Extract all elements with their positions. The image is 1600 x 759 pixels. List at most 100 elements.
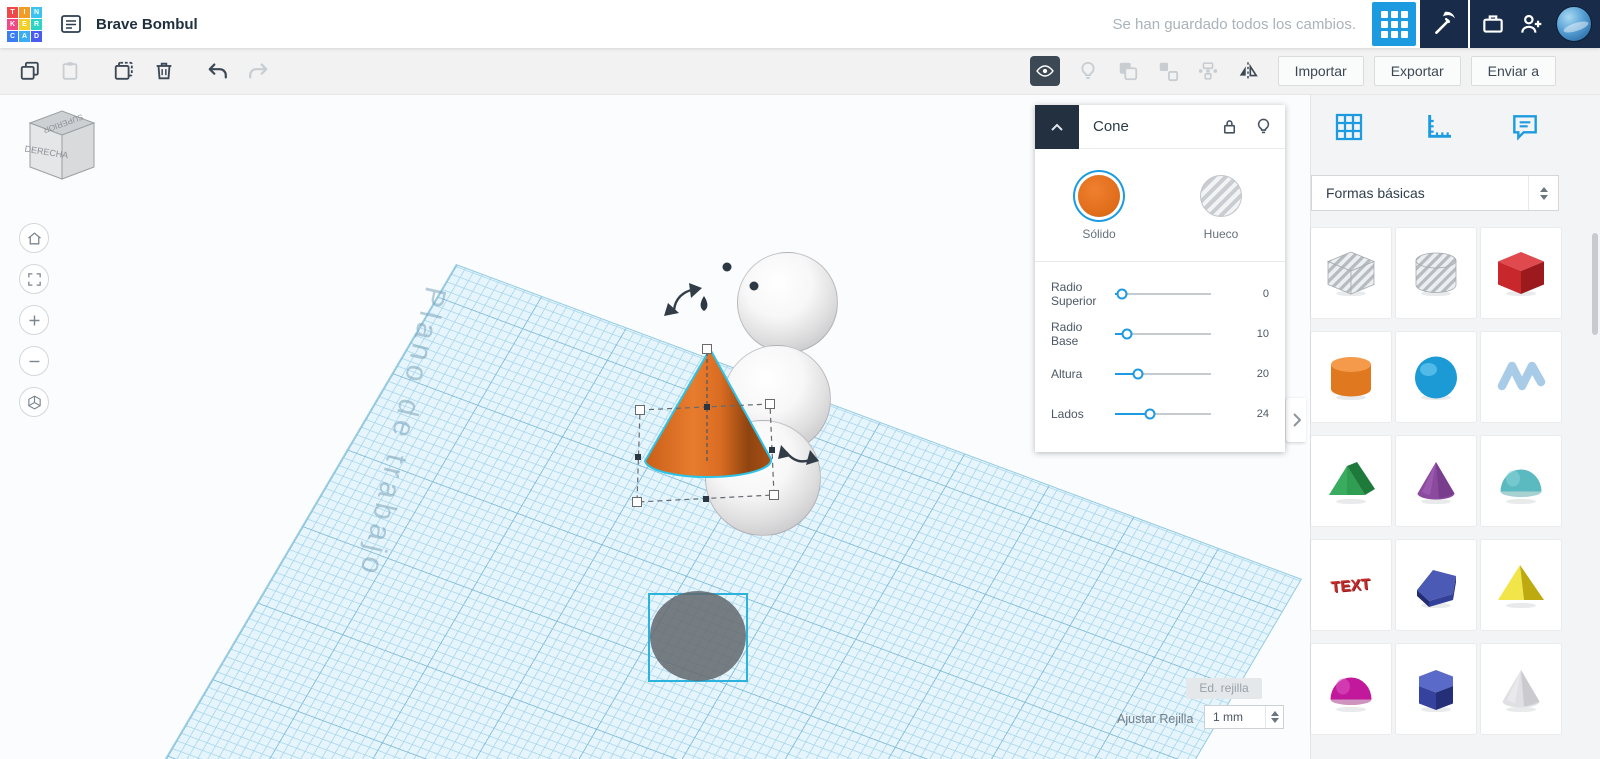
shape-tile-scribble[interactable] (1481, 332, 1561, 422)
slider-value[interactable]: 20 (1257, 368, 1269, 380)
account-area (1470, 0, 1600, 48)
slider-label: Lados (1051, 406, 1084, 421)
inspector-title: Cone (1093, 118, 1129, 135)
object-shadow (650, 591, 746, 681)
slider-track[interactable] (1115, 368, 1211, 380)
redo-icon[interactable] (238, 51, 278, 91)
zoom-in-button[interactable] (19, 305, 49, 335)
shape-tile-roof[interactable] (1311, 436, 1391, 526)
divider (1035, 261, 1285, 262)
shape-tile-paraboloid[interactable] (1311, 644, 1391, 734)
shape-tile-cylinder-transparent[interactable] (1396, 228, 1476, 318)
import-button[interactable]: Importar (1277, 56, 1364, 86)
paste-icon[interactable] (50, 51, 90, 91)
hollow-swatch[interactable] (1200, 175, 1242, 217)
visibility-bulb-icon[interactable] (1251, 115, 1275, 139)
snap-grid-select[interactable]: 1 mm (1204, 705, 1284, 729)
shape-tile-cone-gray[interactable] (1481, 644, 1561, 734)
shape-tile-cylinder[interactable] (1311, 332, 1391, 422)
material-hollow-option[interactable]: Hueco (1185, 175, 1257, 241)
sphere-top[interactable] (737, 252, 838, 353)
slider-track[interactable] (1115, 408, 1211, 420)
mirror-icon[interactable] (1228, 51, 1268, 91)
apps-grid-icon (1380, 10, 1408, 38)
avatar[interactable] (1556, 6, 1592, 42)
menu-icon[interactable] (56, 9, 86, 39)
send-button[interactable]: Enviar a (1470, 56, 1556, 86)
shape-tile-sphere[interactable] (1396, 332, 1476, 422)
spinner-icon[interactable] (1265, 706, 1283, 728)
slider-label: Radio Superior (1051, 279, 1097, 308)
undo-icon[interactable] (198, 51, 238, 91)
material-options: Sólido Hueco (1035, 149, 1285, 257)
delete-icon[interactable] (144, 51, 184, 91)
copy-icon[interactable] (10, 51, 50, 91)
selected-cone[interactable] (588, 343, 828, 503)
shape-tile-polygon[interactable] (1396, 540, 1476, 630)
document-title[interactable]: Brave Bombul (96, 16, 198, 33)
duplicate-icon[interactable] (104, 51, 144, 91)
view-cube[interactable]: SUPERIOR DERECHA (20, 103, 100, 187)
zoom-out-button[interactable] (19, 346, 49, 376)
chevron-up-icon (1051, 123, 1063, 131)
shape-tile-box-transparent[interactable] (1311, 228, 1391, 318)
shape-tile-text[interactable]: TEXT TEXT (1311, 540, 1391, 630)
slider-handle[interactable] (1132, 368, 1144, 380)
shape-tile-box[interactable] (1481, 228, 1561, 318)
shapes-sidebar: Formas básicas TEXT TEXT (1310, 95, 1600, 759)
light-icon[interactable] (1068, 51, 1108, 91)
hollow-label: Hueco (1203, 227, 1239, 241)
shape-tile-dome[interactable] (1481, 436, 1561, 526)
workplane-tool-icon[interactable] (1331, 109, 1367, 145)
slider-radio-base: Radio Base 10 (1051, 314, 1269, 354)
slider-track[interactable] (1115, 328, 1211, 340)
shapes-grid: TEXT TEXT (1311, 228, 1561, 734)
ruler-tool-icon[interactable] (1421, 109, 1457, 145)
group-icon[interactable] (1108, 51, 1148, 91)
shape-tile-cone[interactable] (1396, 436, 1476, 526)
collapse-sidebar-button[interactable] (1286, 398, 1306, 442)
align-icon[interactable] (1188, 51, 1228, 91)
shape-inspector: Cone Sólido Hueco Radio Superior 0 Radio… (1035, 104, 1285, 452)
ungroup-icon[interactable] (1148, 51, 1188, 91)
material-solid-option[interactable]: Sólido (1063, 175, 1135, 241)
workshop-button[interactable] (1420, 0, 1468, 48)
lock-icon[interactable] (1217, 115, 1241, 139)
shape-tile-pyramid[interactable] (1481, 540, 1561, 630)
slider-value[interactable]: 10 (1257, 328, 1269, 340)
sidebar-scrollbar[interactable] (1592, 233, 1598, 335)
edit-grid-button[interactable]: Ed. rejilla (1186, 678, 1262, 699)
chevron-right-icon (1292, 413, 1301, 427)
slider-value[interactable]: 24 (1257, 408, 1269, 420)
notes-tool-icon[interactable] (1507, 109, 1543, 145)
collapse-inspector-button[interactable] (1035, 104, 1079, 149)
fit-view-button[interactable] (19, 264, 49, 294)
briefcase-icon[interactable] (1480, 11, 1506, 37)
slider-handle[interactable] (1144, 408, 1156, 420)
shape-category-select[interactable]: Formas básicas (1311, 175, 1559, 211)
cone-parameters: Radio Superior 0 Radio Base 10 Altura 20… (1035, 264, 1285, 452)
slider-label: Altura (1051, 366, 1083, 381)
tinkercad-logo[interactable]: TINKERCAD (7, 6, 42, 42)
slider-handle[interactable] (1121, 328, 1133, 340)
slider-radio-superior: Radio Superior 0 (1051, 274, 1269, 314)
solid-swatch[interactable] (1078, 175, 1120, 217)
home-view-button[interactable] (19, 223, 49, 253)
slider-track[interactable] (1115, 288, 1211, 300)
shape-tile-hex-prism[interactable] (1396, 644, 1476, 734)
height-handle-icon (700, 296, 708, 311)
top-bar: TINKERCAD Brave Bombul Se han guardado t… (0, 0, 1600, 48)
apps-grid-button[interactable] (1372, 2, 1416, 46)
eye-icon (1035, 65, 1054, 77)
show-hide-button[interactable] (1029, 56, 1060, 86)
slider-handle[interactable] (1116, 288, 1128, 300)
slider-value[interactable]: 0 (1263, 288, 1269, 300)
category-spinner-icon[interactable] (1528, 176, 1558, 210)
slider-altura: Altura 20 (1051, 354, 1269, 394)
save-status: Se han guardado todos los cambios. (1112, 15, 1357, 33)
snap-grid-label: Ajustar Rejilla (1117, 712, 1194, 726)
export-button[interactable]: Exportar (1373, 56, 1461, 86)
add-person-icon[interactable] (1518, 11, 1544, 37)
perspective-toggle-button[interactable] (19, 387, 49, 417)
rotate-arrow-icon (664, 283, 702, 316)
